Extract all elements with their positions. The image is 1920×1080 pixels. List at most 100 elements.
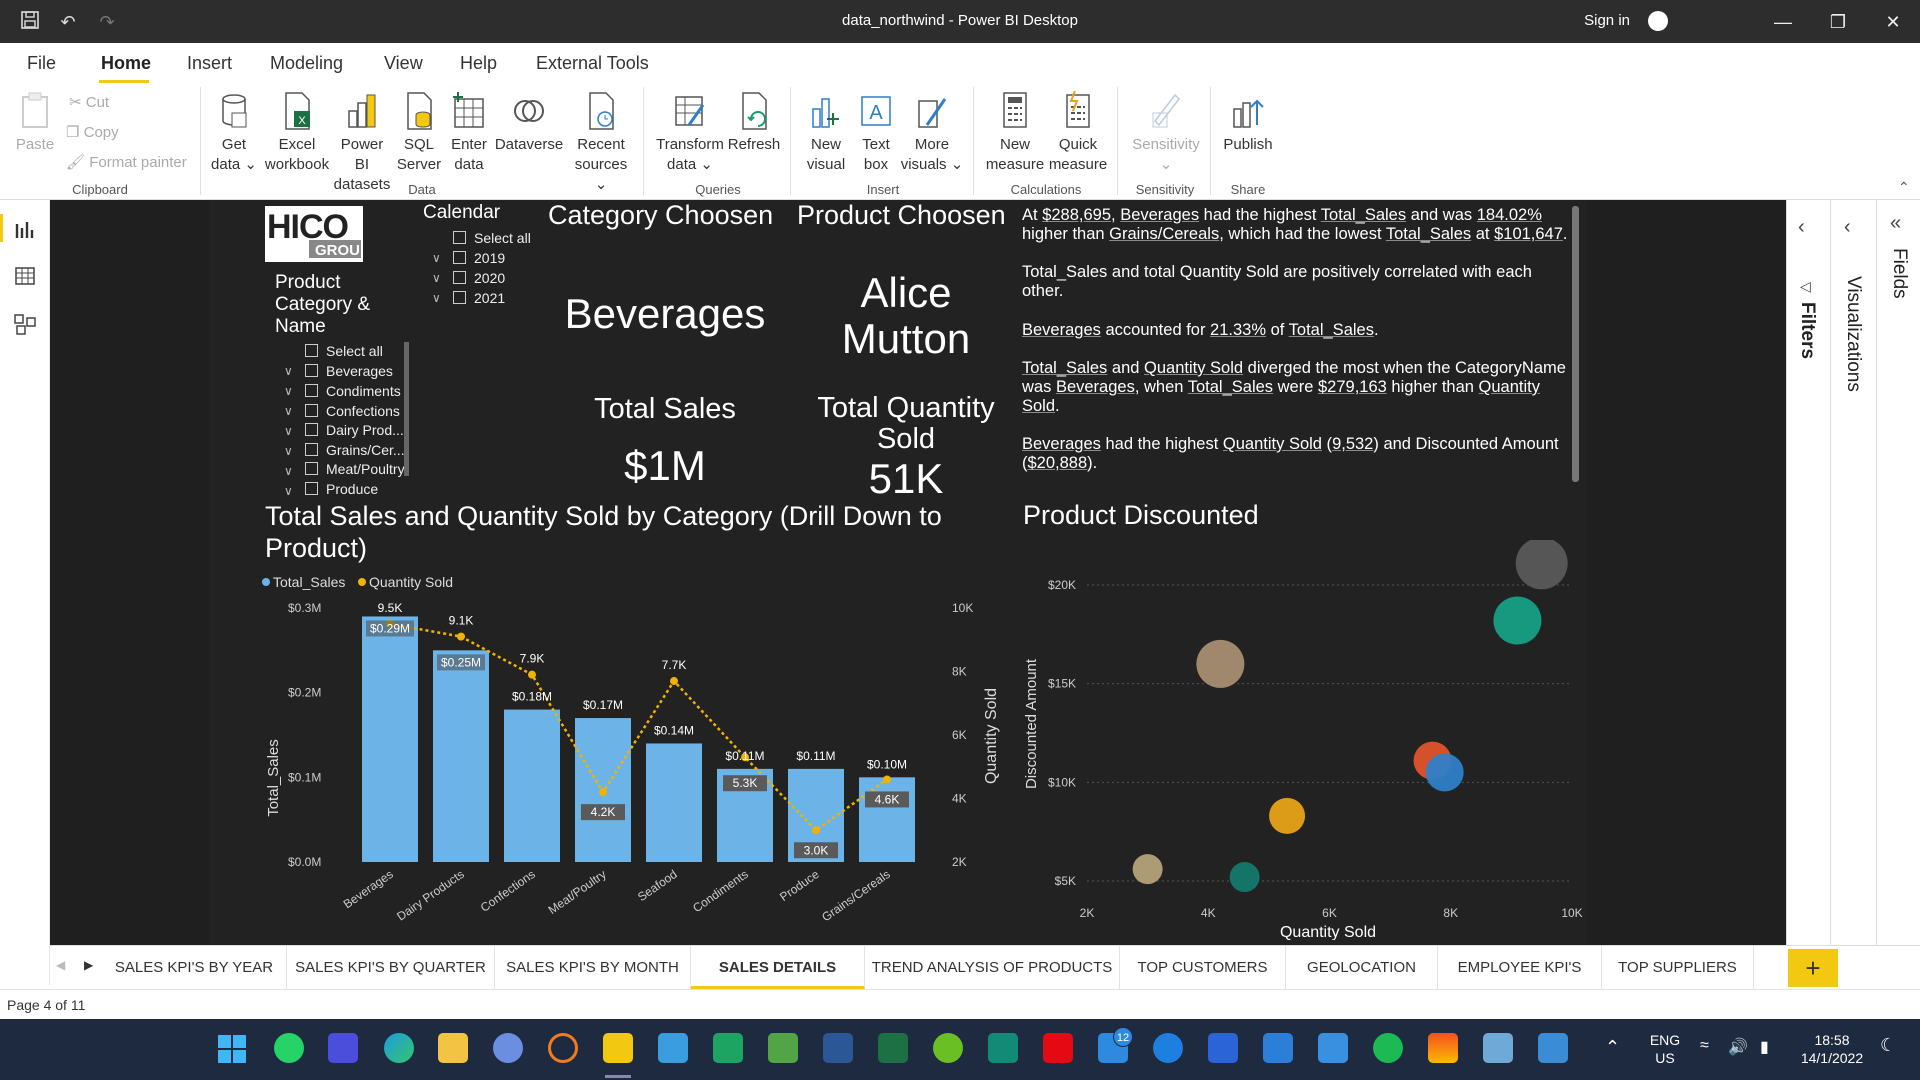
- page-tab[interactable]: GEOLOCATION: [1286, 946, 1438, 990]
- copy-button[interactable]: ❐ Copy: [66, 123, 119, 141]
- slicer-item[interactable]: Grains/Cer...: [305, 442, 405, 458]
- expand-chevron-icon[interactable]: ∨: [284, 404, 293, 418]
- sign-in-link[interactable]: Sign in: [1584, 12, 1630, 29]
- wifi-icon[interactable]: ≈: [1700, 1037, 1709, 1055]
- expand-chevron-icon[interactable]: ∨: [284, 384, 293, 398]
- text-box-button[interactable]: A Text box: [854, 91, 898, 175]
- whatsapp-icon[interactable]: [274, 1033, 304, 1063]
- expand-chevron-icon[interactable]: ∨: [284, 444, 293, 458]
- checkbox[interactable]: [453, 291, 466, 304]
- new-measure-button[interactable]: New measure: [982, 91, 1048, 175]
- store-icon[interactable]: [1428, 1033, 1458, 1063]
- recent-sources-button[interactable]: Recent sources ⌄: [570, 91, 632, 195]
- slicer-item[interactable]: Meat/Poultry: [305, 461, 405, 477]
- expand-chevron-icon[interactable]: ∨: [284, 484, 293, 498]
- scroll-right-icon[interactable]: ▶: [84, 958, 93, 972]
- checkbox[interactable]: [453, 251, 466, 264]
- close-button[interactable]: ✕: [1870, 8, 1916, 36]
- excel-icon[interactable]: [878, 1033, 908, 1063]
- slicer-item[interactable]: Beverages: [305, 363, 393, 379]
- checkbox[interactable]: [305, 344, 318, 357]
- page-tab[interactable]: TREND ANALYSIS OF PRODUCTS: [865, 946, 1120, 990]
- page-tab-active[interactable]: SALES DETAILS: [691, 946, 865, 990]
- visualizations-pane-tab[interactable]: Visualizations: [1842, 276, 1864, 392]
- expand-chevron-icon[interactable]: ∨: [432, 271, 441, 285]
- menu-external-tools[interactable]: External Tools: [536, 53, 649, 74]
- power-bi-datasets-button[interactable]: Power BI datasets: [332, 91, 392, 195]
- page-tab[interactable]: SALES KPI'S BY QUARTER: [287, 946, 495, 990]
- page-tab[interactable]: SALES KPI'S BY MONTH: [495, 946, 691, 990]
- page-tab[interactable]: EMPLOYEE KPI'S: [1438, 946, 1602, 990]
- app-icon[interactable]: [713, 1033, 743, 1063]
- app-icon[interactable]: [658, 1033, 688, 1063]
- slicer-item[interactable]: Produce: [305, 481, 378, 497]
- app-icon[interactable]: [1153, 1033, 1183, 1063]
- app-icon[interactable]: [1483, 1033, 1513, 1063]
- page-tab[interactable]: TOP SUPPLIERS: [1602, 946, 1754, 990]
- sensitivity-button[interactable]: Sensitivity ⌄: [1126, 91, 1206, 175]
- slicer-item[interactable]: Dairy Prod...: [305, 422, 404, 438]
- checkbox[interactable]: [453, 271, 466, 284]
- app-icon[interactable]: [548, 1033, 578, 1063]
- slicer-scrollbar[interactable]: [404, 342, 409, 476]
- edge-icon[interactable]: [384, 1033, 414, 1063]
- quick-measure-button[interactable]: Quick measure: [1048, 91, 1108, 175]
- checkbox[interactable]: [453, 231, 466, 244]
- checkbox[interactable]: [305, 443, 318, 456]
- restore-button[interactable]: ❐: [1815, 8, 1861, 36]
- minimize-button[interactable]: —: [1760, 8, 1806, 36]
- paste-button[interactable]: Paste: [14, 91, 56, 155]
- more-visuals-button[interactable]: More visuals ⌄: [900, 91, 964, 175]
- file-explorer-icon[interactable]: [438, 1033, 468, 1063]
- slicer-item[interactable]: Condiments: [305, 383, 401, 399]
- slicer-item[interactable]: Confections: [305, 403, 400, 419]
- app-icon[interactable]: [1318, 1033, 1348, 1063]
- menu-view[interactable]: View: [384, 53, 423, 74]
- expand-chevron-icon[interactable]: ∨: [284, 364, 293, 378]
- word-icon[interactable]: [823, 1033, 853, 1063]
- app-icon[interactable]: [1538, 1033, 1568, 1063]
- app-icon[interactable]: [493, 1033, 523, 1063]
- app-icon[interactable]: [933, 1033, 963, 1063]
- checkbox[interactable]: [305, 482, 318, 495]
- expand-chevron-icon[interactable]: ∨: [284, 424, 293, 438]
- menu-home[interactable]: Home: [101, 53, 151, 74]
- data-view-icon[interactable]: [13, 264, 37, 288]
- menu-insert[interactable]: Insert: [187, 53, 232, 74]
- get-data-button[interactable]: Get data ⌄: [208, 91, 260, 175]
- page-tab[interactable]: SALES KPI'S BY YEAR: [102, 946, 287, 990]
- add-page-button[interactable]: +: [1788, 949, 1838, 987]
- app-icon[interactable]: [328, 1033, 358, 1063]
- expand-chevron-icon[interactable]: ∨: [432, 251, 441, 265]
- dataverse-button[interactable]: Dataverse: [492, 91, 566, 155]
- checkbox[interactable]: [305, 462, 318, 475]
- narrative-scrollbar[interactable]: [1572, 206, 1579, 482]
- volume-icon[interactable]: 🔊: [1728, 1037, 1748, 1057]
- language-indicator[interactable]: ENG US: [1645, 1031, 1685, 1067]
- new-visual-button[interactable]: New visual: [800, 91, 852, 175]
- checkbox[interactable]: [305, 423, 318, 436]
- clock[interactable]: 18:58 14/1/2022: [1790, 1031, 1874, 1067]
- todo-icon[interactable]: [1208, 1033, 1238, 1063]
- slicer-item[interactable]: Select all: [305, 343, 383, 359]
- collapse-ribbon-icon[interactable]: ⌃: [1898, 179, 1910, 196]
- collapse-fields-icon[interactable]: «: [1890, 212, 1901, 235]
- refresh-button[interactable]: Refresh: [726, 91, 782, 155]
- windows-start-icon[interactable]: [218, 1035, 246, 1063]
- slicer-item[interactable]: Select all: [453, 230, 531, 246]
- publish-button[interactable]: Publish: [1218, 91, 1278, 155]
- checkbox[interactable]: [305, 364, 318, 377]
- model-view-icon[interactable]: [13, 312, 37, 336]
- slicer-item[interactable]: 2020: [453, 270, 505, 286]
- checkbox[interactable]: [305, 384, 318, 397]
- format-painter-button[interactable]: 🖌 Format painter: [66, 153, 187, 171]
- netflix-icon[interactable]: [1043, 1033, 1073, 1063]
- app-icon[interactable]: [768, 1033, 798, 1063]
- avatar[interactable]: [1648, 11, 1668, 31]
- menu-file[interactable]: File: [27, 53, 56, 74]
- menu-modeling[interactable]: Modeling: [270, 53, 343, 74]
- expand-chevron-icon[interactable]: ∨: [432, 291, 441, 305]
- page-tab[interactable]: TOP CUSTOMERS: [1120, 946, 1286, 990]
- menu-help[interactable]: Help: [460, 53, 497, 74]
- enter-data-button[interactable]: Enter data: [448, 91, 490, 175]
